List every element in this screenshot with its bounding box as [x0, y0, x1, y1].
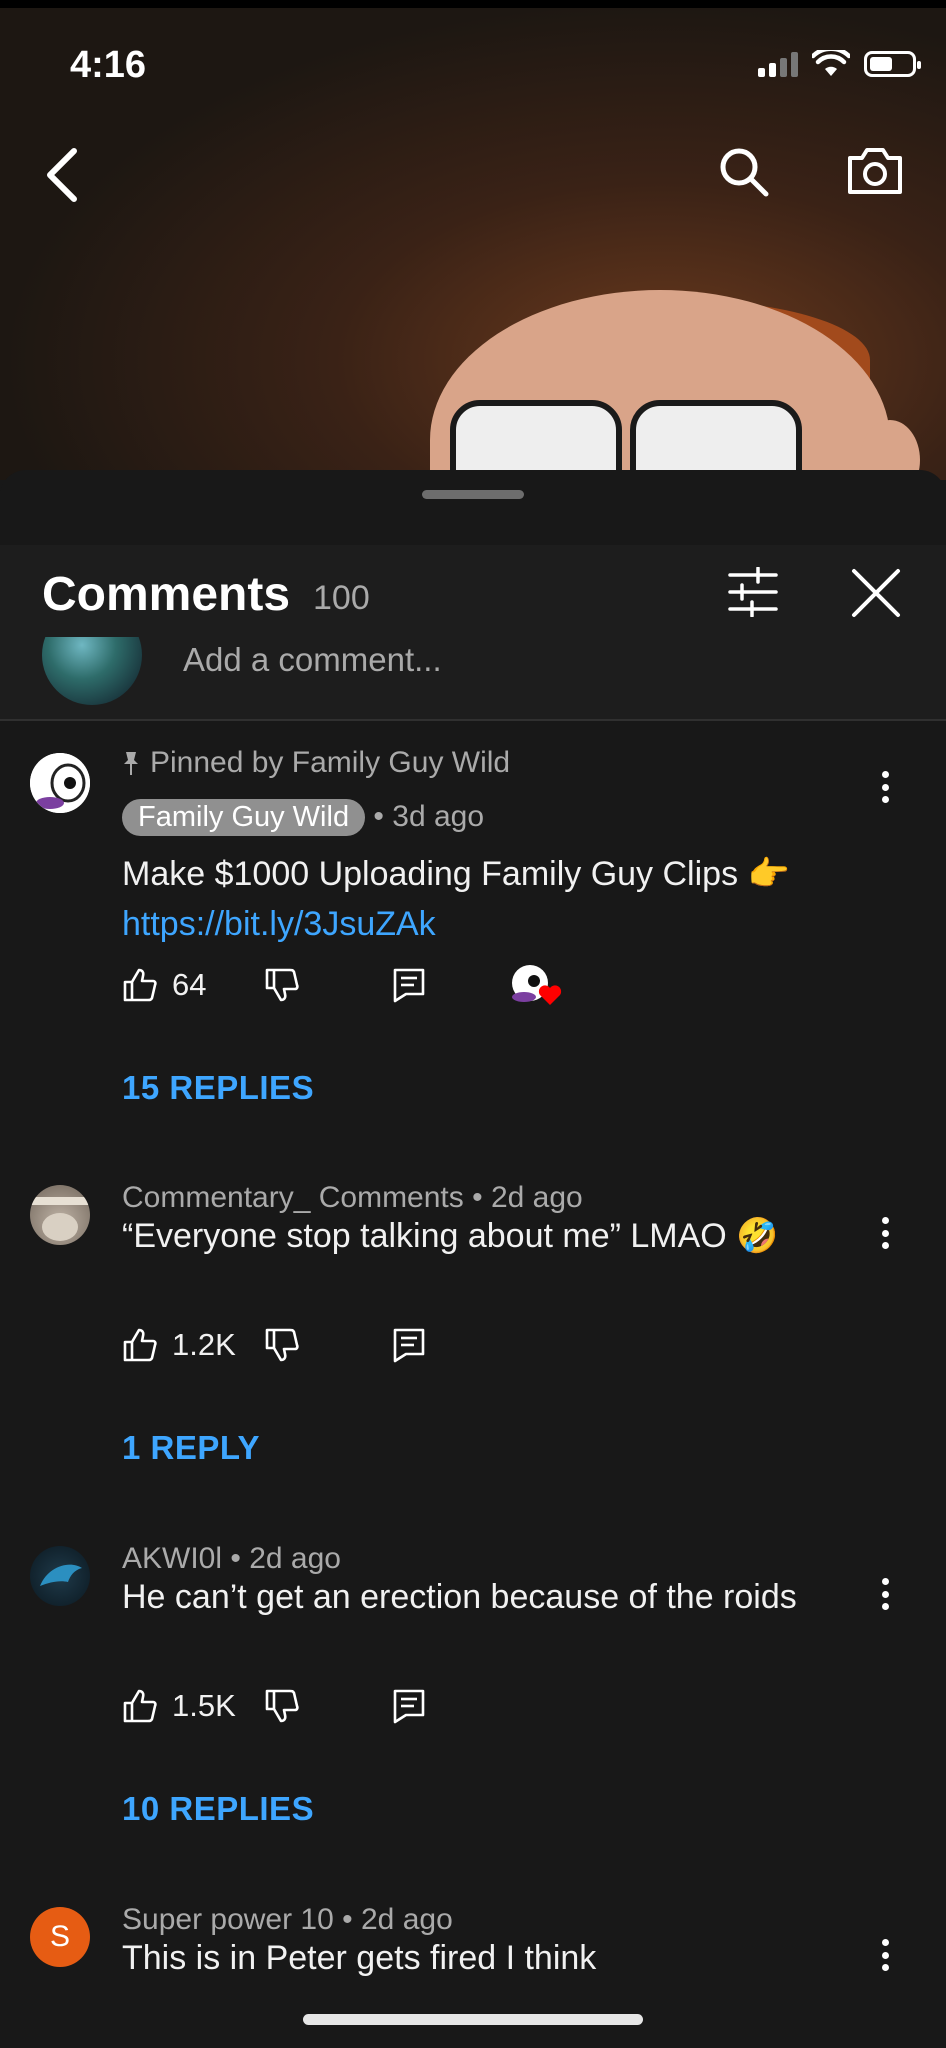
avatar[interactable]: [30, 753, 90, 813]
reply-icon[interactable]: [392, 1688, 426, 1724]
close-icon[interactable]: [848, 565, 904, 621]
avatar[interactable]: [30, 1546, 90, 1606]
like-icon[interactable]: [122, 967, 158, 1003]
comment-text: “Everyone stop talking about me” LMAO 🤣: [122, 1217, 779, 1255]
panther-avatar-icon: [40, 1564, 82, 1586]
like-icon[interactable]: [122, 1327, 158, 1363]
reply-icon[interactable]: [392, 1327, 426, 1363]
creator-author-chip[interactable]: Family Guy Wild: [122, 799, 366, 836]
comment-link[interactable]: https://bit.ly/3JsuZAk: [122, 899, 436, 949]
add-comment-row[interactable]: Add a comment...: [0, 637, 946, 721]
notch-strip: [0, 0, 946, 8]
comment-meta: Family Guy Wild • 3d ago: [122, 799, 484, 836]
more-options-icon[interactable]: [872, 1574, 898, 1614]
back-arrow-icon[interactable]: [42, 145, 82, 205]
like-count: 1.5K: [172, 1688, 236, 1723]
dislike-icon[interactable]: [264, 1688, 300, 1724]
user-avatar: [42, 637, 142, 705]
dislike-icon[interactable]: [264, 1327, 300, 1363]
like-count: 1.2K: [172, 1327, 236, 1362]
like-icon[interactable]: [122, 1688, 158, 1724]
comment-author[interactable]: Commentary_ Comments: [122, 1181, 464, 1214]
comment-author[interactable]: Super power 10: [122, 1903, 334, 1936]
dislike-icon[interactable]: [264, 967, 300, 1003]
comment-meta: Commentary_ Comments • 2d ago: [122, 1181, 583, 1214]
cellular-signal-icon: [758, 51, 798, 77]
comment-age: 2d ago: [249, 1542, 341, 1575]
comment-actions: 1.2K: [122, 1321, 822, 1371]
pin-icon: [124, 752, 138, 775]
sort-filter-icon[interactable]: [728, 567, 778, 617]
comments-sheet: Comments 100 Add a comment... Pinned by …: [0, 470, 946, 2048]
pinned-label: Pinned by Family Guy Wild: [122, 746, 510, 780]
comment-age: 2d ago: [490, 1181, 583, 1214]
comments-title: Comments: [42, 568, 291, 621]
avatar[interactable]: S: [30, 1907, 90, 1967]
home-indicator[interactable]: [303, 2014, 643, 2025]
like-count: 64: [172, 967, 207, 1002]
status-icons: [758, 50, 921, 78]
comment-text: He can’t get an erection because of the …: [122, 1578, 797, 1616]
battery-icon: [864, 51, 921, 77]
view-replies-button[interactable]: 15 REPLIES: [122, 1069, 314, 1107]
search-icon[interactable]: [718, 146, 770, 198]
camera-icon[interactable]: [846, 146, 904, 196]
comments-header: Comments 100: [0, 545, 946, 639]
comment-actions: 1.5K: [122, 1682, 822, 1732]
dunce-cat-avatar-icon: [30, 1197, 90, 1241]
family-guy-avatar-icon: [30, 753, 90, 813]
comment-actions: 64: [122, 961, 822, 1011]
comment-text: Make $1000 Uploading Family Guy Clips 👉: [122, 855, 790, 893]
comment-author[interactable]: AKWI0l: [122, 1542, 222, 1575]
pinned-text: Pinned by Family Guy Wild: [150, 746, 511, 779]
comment-age: 2d ago: [361, 1903, 453, 1936]
add-comment-input[interactable]: Add a comment...: [183, 641, 442, 679]
wifi-icon: [812, 50, 850, 76]
view-replies-button[interactable]: 10 REPLIES: [122, 1790, 314, 1828]
reply-icon[interactable]: [392, 967, 426, 1003]
avatar-letter: S: [49, 1920, 70, 1953]
status-time: 4:16: [70, 44, 147, 86]
comment-meta: Super power 10 • 2d ago: [122, 1903, 453, 1936]
sheet-drag-handle[interactable]: [422, 490, 524, 499]
comment-age: 3d ago: [392, 800, 485, 833]
comment-meta: AKWI0l • 2d ago: [122, 1542, 341, 1575]
avatar[interactable]: [30, 1185, 90, 1245]
more-options-icon[interactable]: [872, 1213, 898, 1253]
comments-count: 100: [313, 579, 370, 617]
comment-text: This is in Peter gets fired I think: [122, 1939, 597, 1977]
creator-heart-icon: [512, 965, 562, 1005]
more-options-icon[interactable]: [872, 1935, 898, 1975]
view-replies-button[interactable]: 1 REPLY: [122, 1429, 260, 1467]
more-options-icon[interactable]: [872, 767, 898, 807]
